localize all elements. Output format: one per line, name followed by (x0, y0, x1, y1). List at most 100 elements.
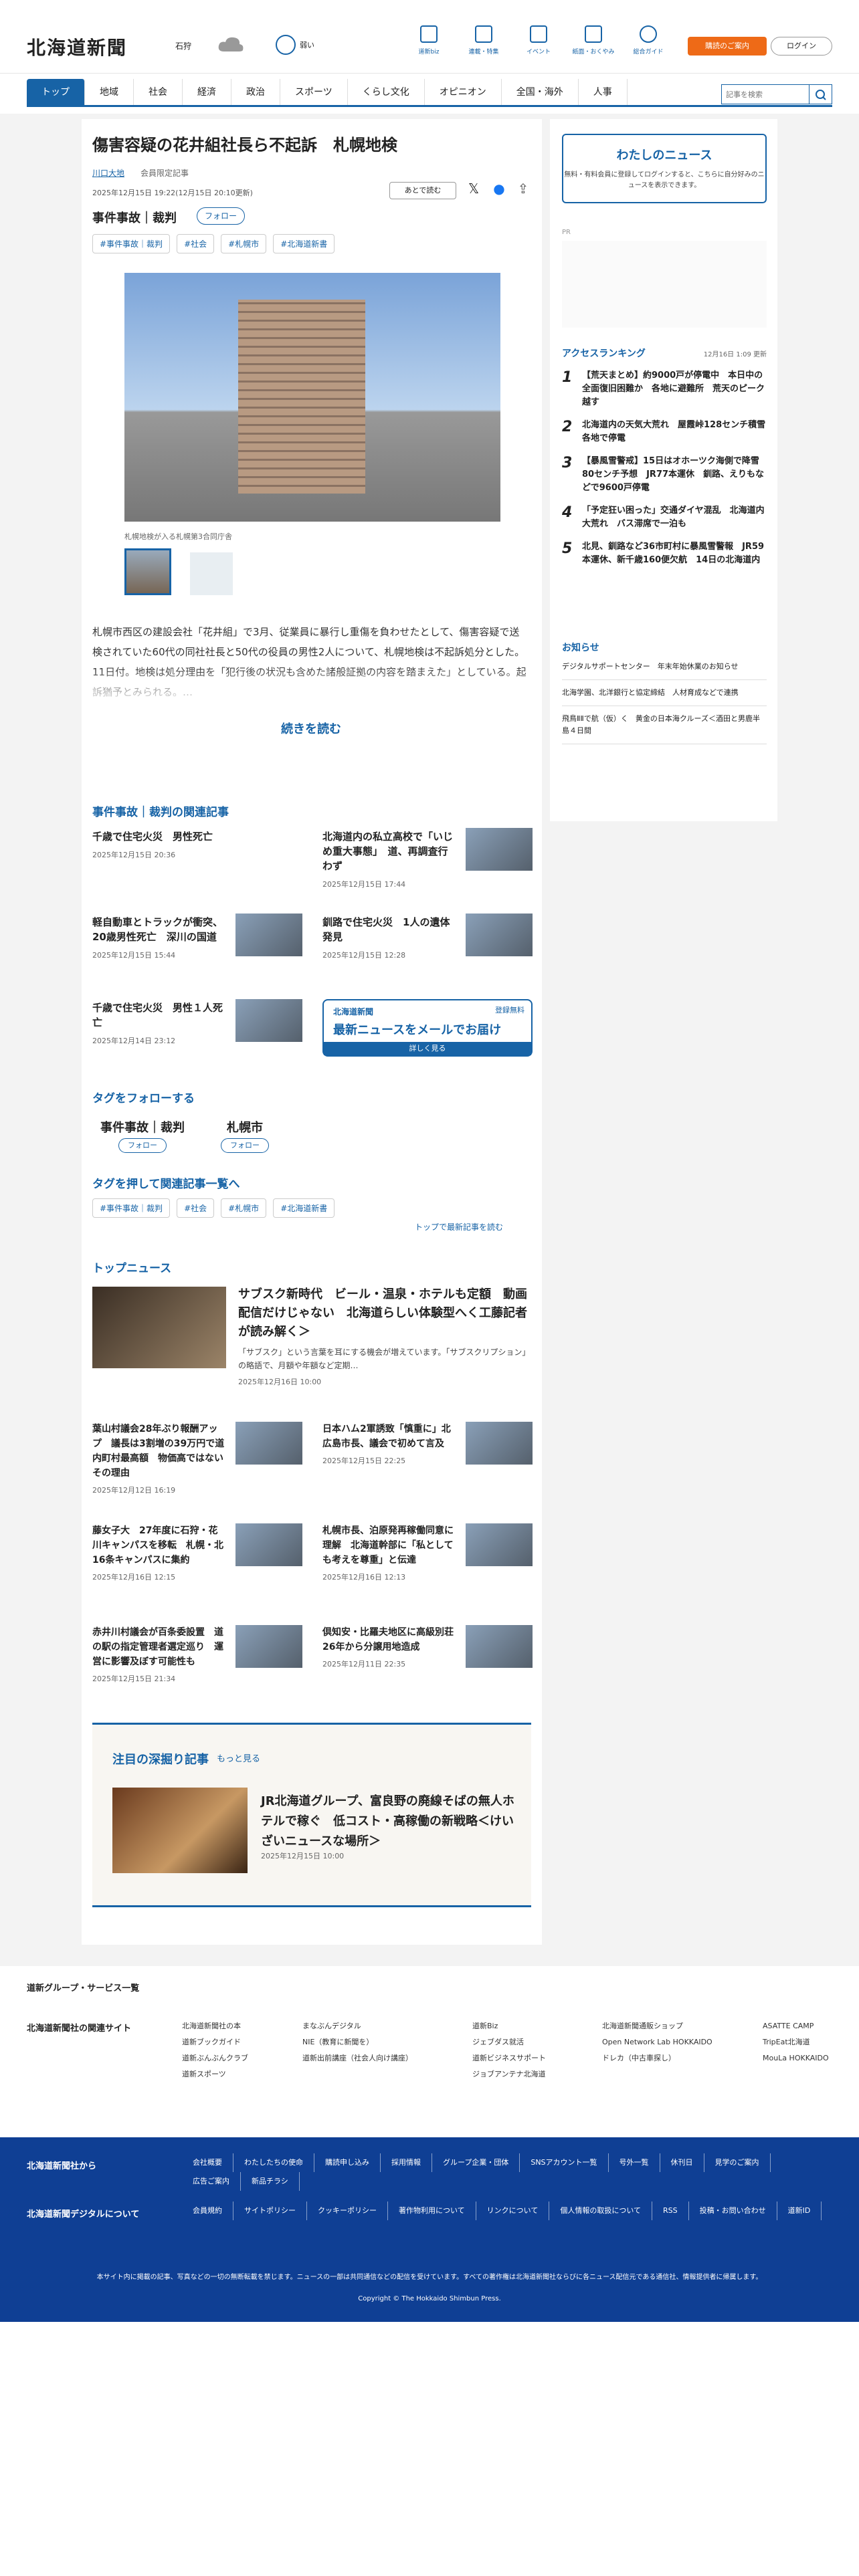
share-icon[interactable]: ⇪ (515, 181, 531, 197)
ranking-title[interactable]: アクセスランキング (562, 346, 646, 360)
footer-link[interactable]: TripEat北海道 (763, 2034, 829, 2050)
top-news-thumbnail[interactable] (235, 1625, 302, 1668)
gnav-tab-sports[interactable]: スポーツ (280, 79, 348, 105)
read-more-link[interactable]: 続きを読む (281, 720, 341, 737)
related-item[interactable]: 千歳で住宅火災 男性死亡 2025年12月15日 20:36 (92, 829, 226, 860)
related-item[interactable]: 釧路で住宅火災 1人の遺体発見 2025年12月15日 12:28 (322, 915, 456, 960)
ranking-item[interactable]: 5 北見、釧路など36市町村に暴風雪警報 JR59本運休、新千歳160便欠航 14… (562, 540, 767, 567)
top-news-item[interactable]: 札幌市長、泊原発再稼働同意に理解 北海道幹部に「私としても考えを尊重」と伝達 20… (322, 1523, 456, 1582)
notice-item[interactable]: 北海学園、北洋銀行と協定締結 人材育成などで連携 (562, 680, 767, 706)
x-share-icon[interactable]: 𝕏 (466, 181, 482, 197)
article-photo[interactable] (124, 273, 500, 522)
gnav-tab-world[interactable]: 全国・海外 (502, 79, 579, 105)
top-news-thumbnail[interactable] (466, 1422, 533, 1465)
ranking-item[interactable]: 3 【暴風雪警戒】15日はオホーツク海側で降雪80センチ予想 JR77本運休 釧路… (562, 455, 767, 495)
footer-link[interactable]: 会員規約 (182, 2202, 233, 2220)
tag-link[interactable]: #事件事故｜裁判 (92, 1198, 171, 1218)
footer-link[interactable]: クッキーポリシー (307, 2202, 388, 2220)
footer-link[interactable]: 道新ぶんぶんクラブ (182, 2050, 248, 2066)
footer-link[interactable]: 採用情報 (381, 2153, 432, 2172)
footer-link[interactable]: ドレカ（中古車探し） (602, 2050, 712, 2066)
top-news-thumbnail[interactable] (466, 1523, 533, 1566)
header-nav-biz[interactable]: 道新biz (401, 25, 456, 56)
tag-link[interactable]: #事件事故｜裁判 (92, 234, 171, 253)
footer-link[interactable]: わたしたちの使命 (233, 2153, 314, 2172)
footer-link[interactable]: リンクについて (476, 2202, 550, 2220)
footer-link[interactable]: グループ企業・団体 (432, 2153, 520, 2172)
footer-link[interactable]: ジョブアンテナ北海道 (472, 2066, 546, 2082)
gnav-tab-economy[interactable]: 経済 (183, 79, 231, 105)
footer-link[interactable]: 道新ブックガイド (182, 2034, 248, 2050)
gnav-tab-top[interactable]: トップ (27, 79, 85, 105)
footer-link[interactable]: 見学のご案内 (704, 2153, 771, 2172)
footer-link[interactable]: 北海道新聞社の本 (182, 2018, 248, 2034)
tag-link[interactable]: #北海道新書 (273, 1198, 335, 1218)
search-input[interactable] (721, 84, 809, 104)
photo-thumbnail-1[interactable] (124, 548, 171, 595)
login-button[interactable]: ログイン (771, 37, 832, 56)
author-link[interactable]: 川口大地 (92, 167, 124, 179)
footer-link[interactable]: サイトポリシー (233, 2202, 307, 2220)
ranking-item[interactable]: 2 北海道内の天気大荒れ 屋霞峠128センチ積雪 各地で停電 (562, 419, 774, 445)
footer-link[interactable]: NIE（教育に新聞を） (302, 2034, 413, 2050)
top-news-lead-image[interactable] (92, 1287, 226, 1368)
site-logo[interactable]: 北海道新聞 (27, 33, 127, 60)
notice-item[interactable]: 飛鳥ⅡⅡで航（仮）く 黄金の日本海クルーズ＜酒田と男鹿半島４日間 (562, 706, 767, 744)
gnav-tab-politics[interactable]: 政治 (231, 79, 280, 105)
top-news-item[interactable]: 赤井川村議会が百条委設置 道の駅の指定管理者選定巡り 運営に影響及ぼす可能性も 2… (92, 1625, 226, 1684)
footer-link[interactable]: 道新出前講座（社会人向け講座） (302, 2050, 413, 2066)
top-news-item[interactable]: 日本ハム2軍誘致「慎重に」北広島市長、議会で初めて言及 2025年12月15日 2… (322, 1422, 456, 1466)
deep-dive-more-link[interactable]: もっと見る (217, 1751, 260, 1764)
top-news-item[interactable]: 葉山村議会28年ぶり報酬アップ 議長は3割増の39万円で道内町村最高額 物価高で… (92, 1422, 226, 1495)
footer-link[interactable]: 新品チラシ (241, 2172, 300, 2191)
tag-link[interactable]: #社会 (177, 1198, 215, 1218)
footer-link[interactable]: ジェブダス就活 (472, 2034, 546, 2050)
footer-link[interactable]: RSS (652, 2202, 689, 2220)
facebook-share-icon[interactable]: ● (491, 181, 507, 197)
follow-category-button[interactable]: フォロー (197, 207, 245, 225)
tag-link[interactable]: #札幌市 (221, 1198, 267, 1218)
header-nav-event[interactable]: イベント (511, 25, 566, 56)
related-thumbnail[interactable] (235, 999, 302, 1042)
footer-link[interactable]: 道新ID (777, 2202, 822, 2220)
gnav-tab-culture[interactable]: くらし文化 (348, 79, 425, 105)
search-button[interactable] (809, 84, 832, 104)
footer-link[interactable]: 購読申し込み (314, 2153, 381, 2172)
footer-link[interactable]: 北海道新聞通販ショップ (602, 2018, 712, 2034)
footer-link[interactable]: 個人情報の取扱について (549, 2202, 653, 2220)
notice-item[interactable]: デジタルサポートセンター 年末年始休業のお知らせ (562, 654, 767, 680)
related-thumbnail[interactable] (466, 828, 533, 871)
top-news-thumbnail[interactable] (466, 1625, 533, 1668)
footer-link[interactable]: 著作物利用について (388, 2202, 476, 2220)
top-news-thumbnail[interactable] (235, 1422, 302, 1465)
footer-link[interactable]: まなぶんデジタル (302, 2018, 413, 2034)
uv-indicator[interactable]: 弱い (276, 35, 314, 55)
related-item[interactable]: 千歳で住宅火災 男性１人死亡 2025年12月14日 23:12 (92, 1000, 226, 1046)
footer-link[interactable]: 広告ご案内 (182, 2172, 241, 2191)
footer-link[interactable]: Open Network Lab HOKKAIDO (602, 2034, 712, 2050)
gnav-tab-region[interactable]: 地域 (85, 79, 134, 105)
deep-dive-title[interactable]: JR北海道グループ、富良野の廃線そばの無人ホテルで稼ぐ 低コスト・高稼働の新戦略… (261, 1792, 515, 1852)
related-thumbnail[interactable] (235, 914, 302, 956)
footer-link[interactable]: 会社概要 (182, 2153, 233, 2172)
read-later-button[interactable]: あとで読む (389, 182, 456, 199)
footer-link[interactable]: MouLa HOKKAIDO (763, 2050, 829, 2066)
header-nav-paper[interactable]: 紙面・おくやみ (566, 25, 621, 56)
notice-title[interactable]: お知らせ (562, 641, 767, 654)
ranking-item[interactable]: 1 【荒天まとめ】約9000戸が停電中 本日中の全面復旧困難か 各地に避難所 荒天… (562, 369, 767, 409)
footer-link[interactable]: SNSアカウント一覧 (520, 2153, 609, 2172)
footer-link[interactable]: 道新スポーツ (182, 2066, 248, 2082)
group-services-link[interactable]: 道新グループ・サービス一覧 (27, 1981, 139, 1994)
newsletter-banner[interactable]: 北海道新聞 登録無料 最新ニュースをメールでお届け 詳しく見る (322, 999, 533, 1057)
tag-link[interactable]: #社会 (177, 234, 215, 253)
gnav-tab-personnel[interactable]: 人事 (579, 79, 628, 105)
gnav-tab-opinion[interactable]: オピニオン (425, 79, 502, 105)
gnav-tab-society[interactable]: 社会 (134, 79, 183, 105)
article-category[interactable]: 事件事故｜裁判 (92, 209, 177, 226)
ranking-item[interactable]: 4 「予定狂い困った」交通ダイヤ混乱 北海道内大荒れ バス滞席で一泊も (562, 504, 767, 531)
subscribe-button[interactable]: 購読のご案内 (688, 37, 767, 56)
footer-link[interactable]: 道新ビジネスサポート (472, 2050, 546, 2066)
top-news-thumbnail[interactable] (235, 1523, 302, 1566)
top-latest-link[interactable]: トップで最新記事を読む (415, 1221, 503, 1232)
tag-link[interactable]: #札幌市 (221, 234, 267, 253)
